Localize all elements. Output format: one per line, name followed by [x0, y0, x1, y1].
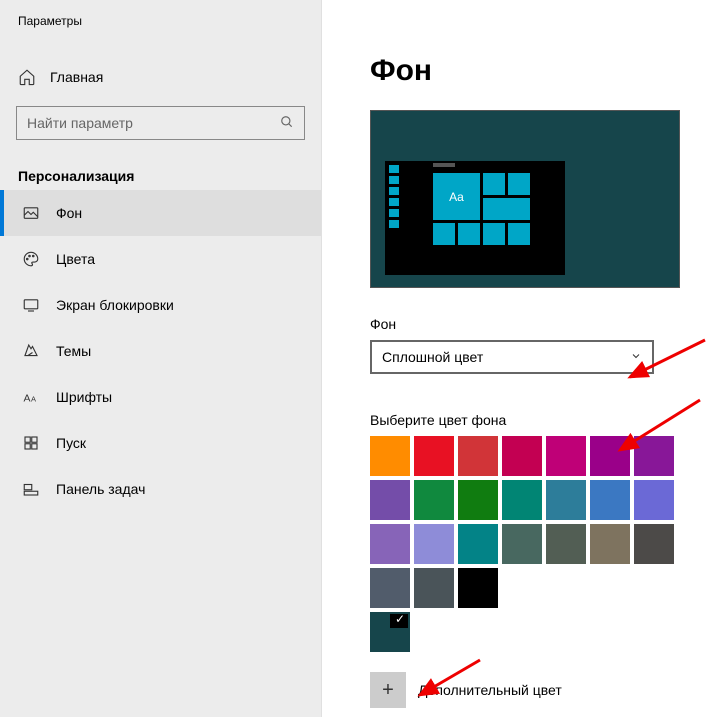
nav-icon: [22, 480, 40, 498]
home-nav[interactable]: Главная: [0, 58, 321, 96]
color-swatch-selected[interactable]: [370, 612, 410, 652]
color-swatch[interactable]: [414, 480, 454, 520]
plus-icon: +: [370, 672, 406, 708]
color-swatch[interactable]: [546, 524, 586, 564]
sidebar-item-4[interactable]: AA Шрифты: [0, 374, 321, 420]
color-swatch[interactable]: [590, 480, 630, 520]
svg-text:A: A: [31, 395, 36, 404]
color-swatch[interactable]: [414, 568, 454, 608]
dropdown-value: Сплошной цвет: [382, 349, 483, 365]
nav-list: Фон Цвета Экран блокировки Темы AA Шрифты Пуск…: [0, 190, 321, 512]
color-swatch[interactable]: [458, 524, 498, 564]
color-swatch[interactable]: [458, 436, 498, 476]
color-grid: [370, 436, 678, 608]
color-swatch[interactable]: [370, 480, 410, 520]
nav-label: Шрифты: [56, 389, 112, 405]
preview-sample-text: Aa: [433, 173, 480, 220]
sidebar-item-2[interactable]: Экран блокировки: [0, 282, 321, 328]
search-placeholder: Найти параметр: [27, 115, 133, 131]
color-swatch[interactable]: [370, 436, 410, 476]
color-swatch[interactable]: [414, 436, 454, 476]
settings-sidebar: Параметры Главная Найти параметр Персона…: [0, 0, 322, 717]
color-swatch[interactable]: [502, 480, 542, 520]
color-swatch[interactable]: [634, 480, 674, 520]
background-dropdown[interactable]: Сплошной цвет: [370, 340, 654, 374]
color-swatch[interactable]: [546, 436, 586, 476]
sidebar-item-3[interactable]: Темы: [0, 328, 321, 374]
color-swatch[interactable]: [414, 524, 454, 564]
nav-label: Цвета: [56, 251, 95, 267]
desktop-preview: Aa: [370, 110, 680, 288]
nav-label: Фон: [56, 205, 82, 221]
choose-color-label: Выберите цвет фона: [370, 412, 727, 428]
color-swatch[interactable]: [634, 436, 674, 476]
nav-icon: [22, 204, 40, 222]
sidebar-item-1[interactable]: Цвета: [0, 236, 321, 282]
color-swatch[interactable]: [458, 568, 498, 608]
sidebar-item-6[interactable]: Панель задач: [0, 466, 321, 512]
home-label: Главная: [50, 69, 103, 85]
color-swatch[interactable]: [634, 524, 674, 564]
nav-icon: AA: [22, 388, 40, 406]
search-input[interactable]: Найти параметр: [16, 106, 305, 140]
custom-color-label: Дополнительный цвет: [418, 682, 562, 698]
color-swatch[interactable]: [370, 568, 410, 608]
sidebar-item-0[interactable]: Фон: [0, 190, 321, 236]
color-swatch[interactable]: [546, 480, 586, 520]
section-label: Персонализация: [0, 150, 321, 190]
color-swatch[interactable]: [502, 436, 542, 476]
chevron-down-icon: [630, 349, 642, 365]
nav-icon: [22, 342, 40, 360]
custom-color-button[interactable]: + Дополнительный цвет: [370, 672, 727, 708]
home-icon: [18, 68, 36, 86]
background-label: Фон: [370, 316, 727, 332]
svg-text:A: A: [24, 393, 31, 405]
search-icon: [280, 115, 294, 132]
app-title: Параметры: [0, 0, 321, 38]
main-content: Фон Aa: [322, 0, 727, 717]
sidebar-item-5[interactable]: Пуск: [0, 420, 321, 466]
nav-label: Экран блокировки: [56, 297, 174, 313]
nav-icon: [22, 434, 40, 452]
nav-label: Темы: [56, 343, 91, 359]
color-swatch[interactable]: [590, 436, 630, 476]
color-swatch[interactable]: [458, 480, 498, 520]
nav-icon: [22, 296, 40, 314]
color-swatch[interactable]: [502, 524, 542, 564]
color-swatch[interactable]: [370, 524, 410, 564]
nav-icon: [22, 250, 40, 268]
nav-label: Панель задач: [56, 481, 145, 497]
page-title: Фон: [370, 54, 727, 88]
nav-label: Пуск: [56, 435, 86, 451]
color-swatch[interactable]: [590, 524, 630, 564]
